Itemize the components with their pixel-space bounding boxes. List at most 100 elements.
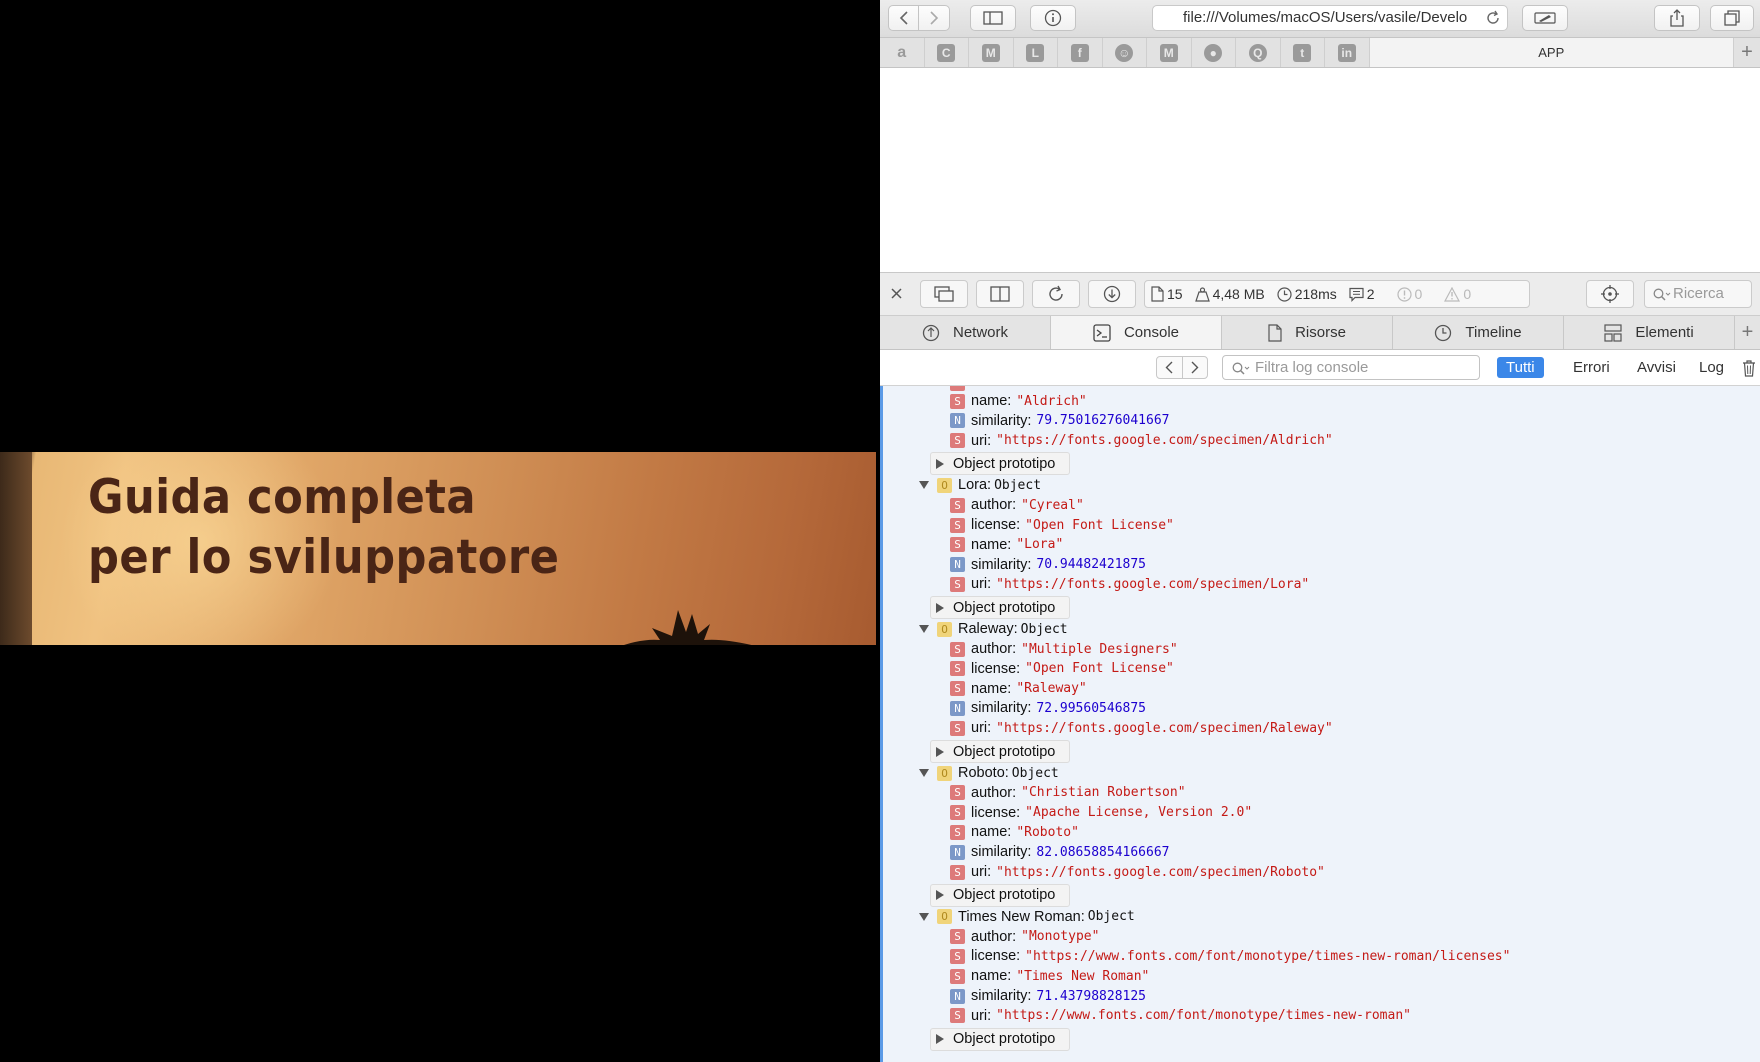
favorite-item[interactable]: ●: [1192, 38, 1236, 67]
favorite-item[interactable]: M: [1147, 38, 1192, 67]
property-value: "https://fonts.google.com/specimen/Aldri…: [996, 433, 1333, 449]
cover-title-line-1: Guida completa: [88, 470, 477, 525]
info-button[interactable]: [1030, 5, 1076, 31]
favorite-item[interactable]: L: [1014, 38, 1058, 67]
tab-label: Console: [1123, 324, 1180, 341]
book-cover-photo: Guida completa per lo sviluppatore: [0, 452, 876, 645]
download-button[interactable]: [1088, 280, 1136, 308]
tab-label: Timeline: [1465, 324, 1522, 341]
filter-log[interactable]: Log: [1690, 357, 1733, 378]
close-inspector-button[interactable]: [890, 287, 903, 305]
tab-timeline[interactable]: Timeline: [1393, 316, 1564, 349]
tab-risorse[interactable]: Risorse: [1222, 316, 1393, 349]
property-row: Slicense: "Apache License, Version 2.0": [950, 803, 1252, 823]
property-key: similarity:: [971, 700, 1032, 717]
favorite-item[interactable]: Q: [1236, 38, 1281, 67]
favorite-item[interactable]: ☺: [1103, 38, 1147, 67]
inspector-search[interactable]: Ricerca: [1644, 280, 1752, 308]
markup-button[interactable]: [1522, 5, 1568, 31]
disclosure-closed-icon[interactable]: [935, 746, 945, 757]
browser-toolbar: file:///Volumes/macOS/Users/vasile/Devel…: [880, 0, 1760, 38]
clock-icon: [1277, 286, 1292, 302]
console-filter-input[interactable]: Filtra log console: [1222, 355, 1480, 380]
tab-network[interactable]: Network: [880, 316, 1051, 349]
favorite-item[interactable]: M: [969, 38, 1014, 67]
property-value: "Roboto": [1016, 824, 1079, 840]
object-row[interactable]: O Times New Roman: Object: [919, 907, 1135, 927]
dashboard-stats[interactable]: 15 4,48 MB 218ms 2 0 0: [1144, 280, 1530, 308]
person-icon: ☺: [1115, 43, 1134, 62]
object-prototype-row[interactable]: Object prototipo: [930, 596, 1071, 620]
string-type-icon: S: [950, 681, 965, 697]
object-prototype-row[interactable]: Object prototipo: [930, 883, 1071, 907]
disclosure-open-icon[interactable]: [919, 624, 929, 634]
disclosure-open-icon[interactable]: [919, 480, 929, 490]
detach-button[interactable]: [920, 280, 968, 308]
resources-count: 15: [1145, 281, 1189, 307]
property-value: 70.94482421875: [1036, 557, 1146, 573]
tab-app[interactable]: APP: [1369, 38, 1734, 67]
object-row[interactable]: O Raleway: Object: [919, 619, 1068, 639]
disclosure-closed-icon[interactable]: [935, 890, 945, 901]
disclosure-closed-icon[interactable]: [935, 458, 945, 469]
tabs-overview-button[interactable]: [1710, 5, 1754, 31]
property-key: name:: [971, 680, 1012, 697]
number-type-icon: N: [950, 557, 965, 573]
disclosure-open-icon[interactable]: [919, 768, 929, 778]
next-button[interactable]: [1183, 357, 1208, 378]
new-tab-button[interactable]: +: [1734, 38, 1760, 67]
disclosure-closed-icon[interactable]: [935, 1034, 945, 1045]
reload-icon[interactable]: [1485, 10, 1501, 26]
tab-console[interactable]: Console: [1051, 316, 1222, 349]
property-key: license:: [971, 804, 1021, 821]
favorite-item[interactable]: in: [1325, 38, 1370, 67]
m-icon: M: [1159, 43, 1178, 62]
filter-warnings[interactable]: Avvisi: [1628, 357, 1685, 378]
property-key: name:: [971, 393, 1012, 409]
previous-button[interactable]: [1157, 357, 1183, 378]
favorites-icons: a C M Lf ☺ M ● Qt in: [880, 38, 1370, 67]
console-filter-bar: Filtra log console Tutti Errori Avvisi L…: [880, 350, 1760, 386]
prototype-label: Object prototipo: [953, 887, 1056, 904]
back-button[interactable]: [889, 6, 919, 30]
linkedin-icon: in: [1337, 43, 1356, 62]
forward-button[interactable]: [919, 6, 949, 30]
filter-errors[interactable]: Errori: [1564, 357, 1619, 378]
property-row: Sauthor: "Multiple Designers": [950, 639, 1178, 659]
object-type-icon: O: [937, 621, 952, 637]
favorite-item[interactable]: C: [925, 38, 969, 67]
favorite-item[interactable]: f: [1058, 38, 1103, 67]
console-log[interactable]: Sname: "Aldrich" Nsimilarity: 79.7501627604…: [880, 386, 1760, 1062]
github-icon: ●: [1204, 43, 1223, 62]
filter-all[interactable]: Tutti: [1497, 357, 1544, 378]
inspector-tabs: Network Console Risorse Timeline Elementi +: [880, 316, 1760, 350]
property-value: "Apache License, Version 2.0": [1025, 805, 1253, 821]
inspect-element-button[interactable]: [1586, 280, 1634, 308]
favorite-item[interactable]: a: [880, 38, 925, 67]
object-prototype-row[interactable]: Object prototipo: [930, 452, 1071, 476]
dock-button[interactable]: [976, 280, 1024, 308]
clear-console-button[interactable]: [1742, 359, 1756, 382]
number-type-icon: N: [950, 413, 965, 429]
object-prototype-row[interactable]: Object prototipo: [930, 1027, 1071, 1051]
tab-elementi[interactable]: Elementi: [1564, 316, 1735, 349]
object-row[interactable]: O Lora: Object: [919, 475, 1041, 495]
address-bar[interactable]: file:///Volumes/macOS/Users/vasile/Devel…: [1152, 5, 1508, 31]
disclosure-closed-icon[interactable]: [935, 602, 945, 613]
photo-pane: Guida completa per lo sviluppatore: [0, 0, 880, 1062]
sidebar-button[interactable]: [970, 5, 1016, 31]
tab-label: Risorse: [1295, 324, 1346, 341]
share-button[interactable]: [1654, 5, 1700, 31]
favorite-item[interactable]: t: [1281, 38, 1325, 67]
reload-page-button[interactable]: [1032, 280, 1080, 308]
disclosure-open-icon[interactable]: [919, 912, 929, 922]
string-type-icon: S: [950, 433, 965, 449]
object-row[interactable]: O Roboto: Object: [919, 763, 1059, 783]
property-key: uri:: [971, 864, 992, 880]
sidebar-icon: [983, 11, 1003, 25]
property-row: Suri: "https://fonts.google.com/specimen/…: [950, 574, 1309, 594]
string-type-icon: S: [950, 864, 965, 880]
object-prototype-row[interactable]: Object prototipo: [930, 740, 1071, 763]
add-tab-button[interactable]: +: [1735, 316, 1760, 349]
pen-icon: [1534, 12, 1556, 24]
